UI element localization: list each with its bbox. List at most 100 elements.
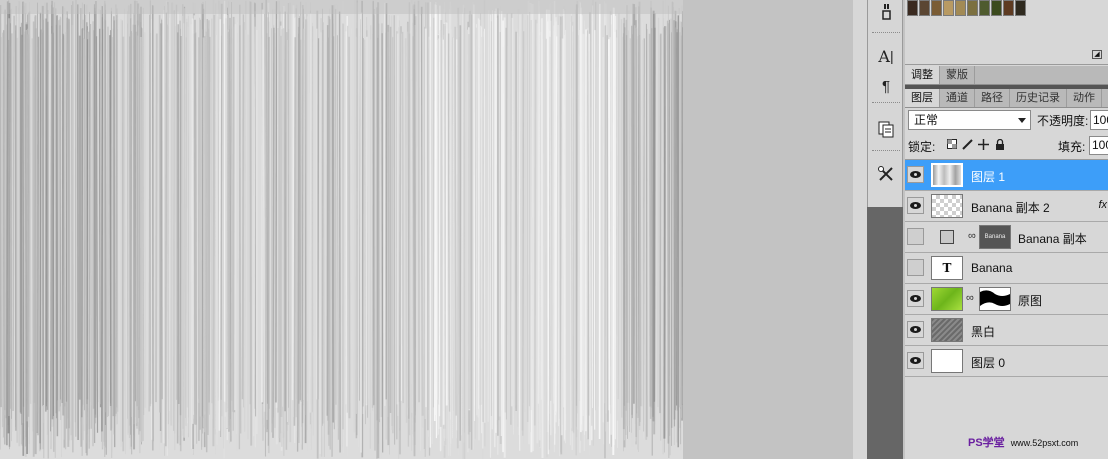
usb-tool-icon[interactable] xyxy=(873,0,899,24)
layer-thumbnail xyxy=(931,287,963,311)
color-swatch[interactable] xyxy=(979,0,990,16)
streak-line xyxy=(170,2,174,426)
dock-separator xyxy=(872,32,900,33)
streak-line xyxy=(659,33,662,414)
lock-row: 锁定: 填充: 100 xyxy=(908,136,1108,155)
streak-line xyxy=(631,3,634,419)
visibility-toggle[interactable] xyxy=(907,197,924,214)
streak-line xyxy=(657,17,660,407)
streak-line xyxy=(174,25,176,451)
streak-line xyxy=(442,39,445,425)
canvas-scroll-edge xyxy=(853,0,867,459)
layer-row[interactable]: 图层 0 xyxy=(905,346,1108,377)
layer-thumbnail xyxy=(931,163,963,187)
lock-transparency-icon[interactable] xyxy=(946,139,957,150)
clone-source-icon[interactable] xyxy=(873,117,899,141)
streak-line xyxy=(588,33,591,446)
visibility-toggle[interactable] xyxy=(907,321,924,338)
chain-link-icon[interactable]: ∞ xyxy=(966,292,974,304)
watermark-brand: PS学堂 xyxy=(968,437,1005,449)
layer-thumbnail: Banana xyxy=(979,225,1011,249)
color-swatch[interactable] xyxy=(931,0,942,16)
layer-row[interactable]: T Banana xyxy=(905,253,1108,284)
opacity-input[interactable]: 100 xyxy=(1090,110,1108,130)
fx-icon[interactable]: fx xyxy=(1098,199,1107,211)
color-swatch[interactable] xyxy=(1003,0,1014,16)
visibility-toggle[interactable] xyxy=(907,290,924,307)
document-canvas[interactable] xyxy=(0,0,683,459)
streak-line xyxy=(580,15,584,431)
streak-line xyxy=(275,1,278,403)
streak-line xyxy=(176,32,180,405)
chevron-down-icon xyxy=(1018,118,1026,123)
layer-name: 图层 1 xyxy=(971,170,1006,184)
layer-row[interactable]: ∞ Banana Banana 副本 xyxy=(905,222,1108,253)
visibility-toggle[interactable] xyxy=(907,166,924,183)
tab-layers[interactable]: 图层 xyxy=(905,89,940,107)
paragraph-icon[interactable]: ¶ xyxy=(873,74,899,98)
tool-presets-icon[interactable] xyxy=(873,162,899,186)
thumbnail-text: Banana xyxy=(984,234,1006,240)
color-swatch[interactable] xyxy=(919,0,930,16)
type-layer-glyph: T xyxy=(942,261,952,275)
streak-line xyxy=(319,32,322,455)
character-icon[interactable]: A | xyxy=(873,44,899,68)
tab-paths[interactable]: 路径 xyxy=(975,89,1010,107)
visibility-toggle[interactable] xyxy=(907,228,924,245)
panel-menu-icon[interactable]: ◢ xyxy=(1092,50,1102,59)
tab-adjustments[interactable]: 调整 xyxy=(905,66,940,84)
streak-line xyxy=(649,7,652,419)
color-swatch[interactable] xyxy=(1015,0,1026,16)
streak-line xyxy=(135,1,138,424)
streak-line xyxy=(623,23,626,406)
lock-all-icon[interactable] xyxy=(994,138,1005,150)
streak-line xyxy=(641,39,644,407)
fill-input[interactable]: 100 xyxy=(1089,136,1108,155)
streak-line xyxy=(143,32,147,408)
color-swatch[interactable] xyxy=(991,0,1002,16)
color-swatch[interactable] xyxy=(907,0,918,16)
streak-line xyxy=(671,6,674,428)
layer-row[interactable]: 黑白 xyxy=(905,315,1108,346)
layer-row[interactable]: ∞ 原图 xyxy=(905,284,1108,315)
streak-line xyxy=(617,13,620,400)
blend-row: 正常 不透明度: 100 xyxy=(908,110,1108,132)
streak-line xyxy=(381,33,384,453)
canvas-area[interactable] xyxy=(0,0,853,459)
layer-row[interactable]: Banana 副本 2 fx xyxy=(905,191,1108,222)
tab-history[interactable]: 历史记录 xyxy=(1010,89,1067,107)
chain-link-icon[interactable]: ∞ xyxy=(968,230,976,242)
streak-line xyxy=(94,0,97,418)
streak-line xyxy=(521,13,524,431)
streak-line xyxy=(29,11,32,404)
streak-line xyxy=(454,26,458,416)
streak-line xyxy=(12,15,15,412)
swatch-grid xyxy=(907,0,1026,16)
streak-line xyxy=(155,33,158,403)
fill-label: 填充: xyxy=(1058,140,1086,154)
lock-move-icon[interactable] xyxy=(978,139,989,150)
layer-mask-thumbnail[interactable] xyxy=(979,287,1011,311)
color-swatch[interactable] xyxy=(967,0,978,16)
color-swatch[interactable] xyxy=(955,0,966,16)
layer-name: Banana 副本 2 xyxy=(971,201,1050,215)
adjustments-tab-row: 调整 蒙版 xyxy=(905,66,1108,85)
blend-mode-select[interactable]: 正常 xyxy=(908,110,1031,130)
streak-line xyxy=(53,2,56,458)
tab-actions[interactable]: 动作 xyxy=(1067,89,1102,107)
streak-line xyxy=(417,0,420,403)
streak-line xyxy=(390,15,393,430)
streak-line xyxy=(231,26,235,412)
layer-name: 原图 xyxy=(1018,294,1043,308)
streak-line xyxy=(551,11,554,445)
tab-channels[interactable]: 通道 xyxy=(940,89,975,107)
lock-brush-icon[interactable] xyxy=(962,139,973,150)
color-swatch[interactable] xyxy=(943,0,954,16)
streak-line xyxy=(249,1,253,446)
tab-masks[interactable]: 蒙版 xyxy=(940,66,975,84)
streak-line xyxy=(81,28,84,418)
layer-row[interactable]: 图层 1 xyxy=(905,160,1108,191)
streak-line xyxy=(399,26,402,455)
visibility-toggle[interactable] xyxy=(907,352,924,369)
visibility-toggle[interactable] xyxy=(907,259,924,276)
